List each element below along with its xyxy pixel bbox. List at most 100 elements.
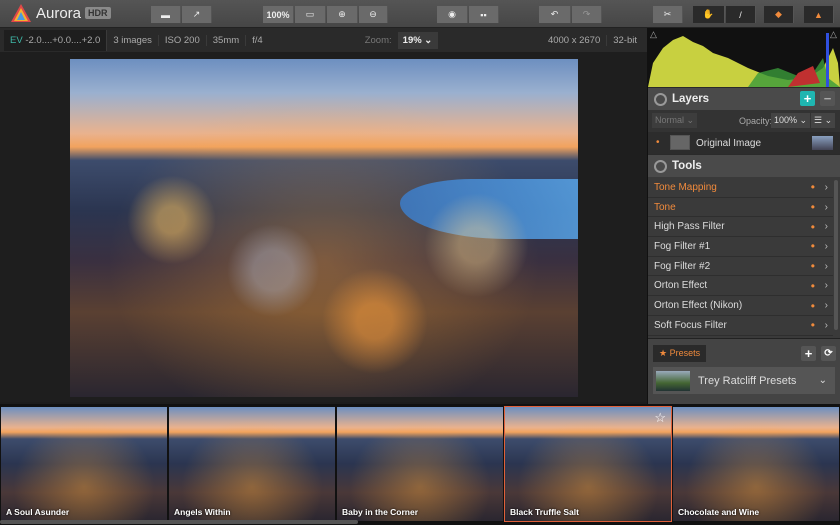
opacity-select[interactable]: 100% ⌄ — [771, 113, 811, 128]
opacity-label: Opacity: — [739, 116, 773, 126]
preset-thumbnail[interactable]: Chocolate and Wine — [673, 407, 839, 521]
chevron-right-icon[interactable]: › — [825, 261, 828, 272]
chevron-right-icon[interactable]: › — [825, 202, 828, 213]
tools-section-icon — [654, 159, 667, 173]
preset-thumbnail[interactable]: Baby in the Corner — [337, 407, 503, 521]
tool-label: High Pass Filter — [654, 221, 725, 233]
layer-visibility-dot[interactable]: • — [656, 137, 660, 148]
tool-item[interactable]: Orton Effect • › — [648, 277, 833, 297]
zoom-in-button[interactable]: ⊕ — [327, 6, 358, 23]
tool-active-dot[interactable]: • — [811, 180, 815, 194]
blend-mode-select[interactable]: Normal ⌄ — [652, 113, 698, 128]
preset-label: Black Truffle Salt — [510, 507, 579, 517]
iso: ISO 200 — [159, 34, 207, 46]
histogram-toggle[interactable]: ▲ — [804, 6, 834, 23]
preset-collection-select[interactable]: Trey Ratcliff Presets ⌄ — [653, 367, 835, 394]
preset-filmstrip: A Soul Asunder Angels Within Baby in the C… — [0, 404, 840, 525]
chevron-right-icon[interactable]: › — [825, 300, 828, 311]
tool-item[interactable]: Fog Filter #1 • › — [648, 237, 833, 257]
tool-active-dot[interactable]: • — [811, 200, 815, 214]
info-bar: EV -2.0....+0.0....+2.0 3 images ISO 200… — [0, 28, 647, 52]
zoom-out-icon: ⊖ — [369, 9, 377, 19]
tool-label: Tone — [654, 201, 676, 213]
tool-label: Soft Focus Filter — [654, 319, 727, 331]
zoom-label: Zoom: — [364, 34, 392, 46]
chevron-right-icon[interactable]: › — [825, 182, 828, 193]
bit-depth: 32-bit — [613, 34, 637, 46]
hand-button[interactable]: ✋ — [693, 6, 725, 23]
preset-thumbnail[interactable]: Angels Within — [169, 407, 335, 521]
zoom-out-button[interactable]: ⊖ — [359, 6, 388, 23]
preset-label: Chocolate and Wine — [678, 507, 760, 517]
hdr-photo — [70, 59, 578, 397]
brush-button[interactable]: / — [726, 6, 756, 23]
preset-thumbnail[interactable]: Black Truffle Salt ☆ — [504, 406, 672, 522]
preset-collection-name: Trey Ratcliff Presets — [698, 374, 797, 387]
preset-label: Angels Within — [174, 507, 231, 517]
fit-button[interactable]: ▭ — [295, 6, 326, 23]
tools-scrollbar[interactable] — [834, 180, 838, 330]
open-folder-icon: ▬ — [161, 9, 170, 20]
undo-icon: ↶ — [550, 9, 559, 19]
tool-active-dot[interactable]: • — [811, 299, 815, 313]
crop-button[interactable]: ✂ — [653, 6, 683, 23]
presets-tab[interactable]: ★ Presets — [653, 345, 707, 362]
tool-item[interactable]: Tone • › — [648, 198, 833, 218]
favorite-star-icon[interactable]: ☆ — [654, 410, 666, 426]
tool-item[interactable]: Orton Effect (Nikon) • › — [648, 296, 833, 316]
filmstrip-scrollbar[interactable] — [0, 520, 358, 524]
redo-button[interactable]: ↷ — [572, 6, 602, 23]
image-count: 3 images — [107, 34, 159, 46]
chevron-right-icon[interactable]: › — [825, 221, 828, 232]
tool-active-dot[interactable]: • — [811, 220, 815, 234]
tool-item[interactable]: Tone Mapping • › — [648, 178, 833, 198]
layer-name: Original Image — [696, 138, 762, 149]
open-button[interactable]: ▬ — [151, 6, 181, 23]
app-name: Aurora — [36, 4, 82, 22]
ev-range: EV -2.0....+0.0....+2.0 — [4, 29, 108, 51]
tools-header: Tools — [648, 154, 840, 177]
layer-menu-button[interactable]: ☰ ⌄ — [811, 113, 836, 128]
layer-thumb — [812, 136, 833, 150]
chevron-down-icon: ⌄ — [818, 375, 827, 386]
zoom-select[interactable]: 19% ⌄ — [397, 31, 439, 49]
add-preset-button[interactable]: + — [801, 346, 816, 361]
tools-list: Tone Mapping • › Tone • › High Pass Filter • › Fo… — [648, 178, 840, 336]
compare-button[interactable]: ▪▪ — [469, 6, 499, 23]
layers-icon: ◆ — [775, 9, 782, 19]
eye-icon: ◉ — [448, 9, 456, 19]
zoom-in-icon: ⊕ — [338, 9, 346, 19]
tool-item[interactable]: High Pass Filter • › — [648, 217, 833, 238]
aperture: f/4 — [252, 34, 263, 46]
preset-thumbnail[interactable]: A Soul Asunder — [1, 407, 167, 521]
side-panel: △ △ Layers + − Normal ⌄ Opacity: 100% ⌄ ☰… — [647, 28, 840, 404]
tool-active-dot[interactable]: • — [811, 259, 815, 273]
chevron-right-icon[interactable]: › — [825, 280, 828, 291]
layers-toggle[interactable]: ◆ — [764, 6, 794, 23]
preview-button[interactable]: ◉ — [437, 6, 468, 23]
layer-mask-thumb — [670, 135, 690, 150]
tool-active-dot[interactable]: • — [811, 318, 815, 332]
compare-icon: ▪▪ — [480, 9, 487, 20]
refresh-presets-button[interactable]: ⟳ — [821, 346, 836, 361]
tool-active-dot[interactable]: • — [811, 279, 815, 293]
tool-item[interactable]: Fog Filter #2 • › — [648, 257, 833, 277]
undo-button[interactable]: ↶ — [539, 6, 571, 23]
tool-label: Fog Filter #1 — [654, 240, 711, 252]
add-layer-button[interactable]: + — [800, 91, 815, 106]
zoom-100-button[interactable]: 100% — [263, 6, 294, 23]
aurora-logo-icon — [11, 4, 31, 22]
redo-icon: ↷ — [582, 9, 591, 19]
toolbar: Aurora HDR ▬ ↗ 100% ▭ ⊕ ⊖ ◉ ▪▪ ↶ ↷ ✂ ✋ /… — [0, 0, 840, 28]
tool-item[interactable]: Soft Focus Filter • › — [648, 316, 833, 336]
app-badge: HDR — [85, 7, 111, 19]
crop-icon: ✂ — [663, 9, 672, 19]
layer-row[interactable]: • Original Image — [648, 132, 840, 154]
tool-active-dot[interactable]: • — [811, 239, 815, 253]
share-button[interactable]: ↗ — [182, 6, 212, 23]
hand-icon: ✋ — [702, 9, 715, 19]
tool-label: Orton Effect (Nikon) — [654, 300, 743, 312]
chevron-right-icon[interactable]: › — [825, 241, 828, 252]
chevron-right-icon[interactable]: › — [825, 320, 828, 331]
remove-layer-button[interactable]: − — [820, 91, 835, 106]
